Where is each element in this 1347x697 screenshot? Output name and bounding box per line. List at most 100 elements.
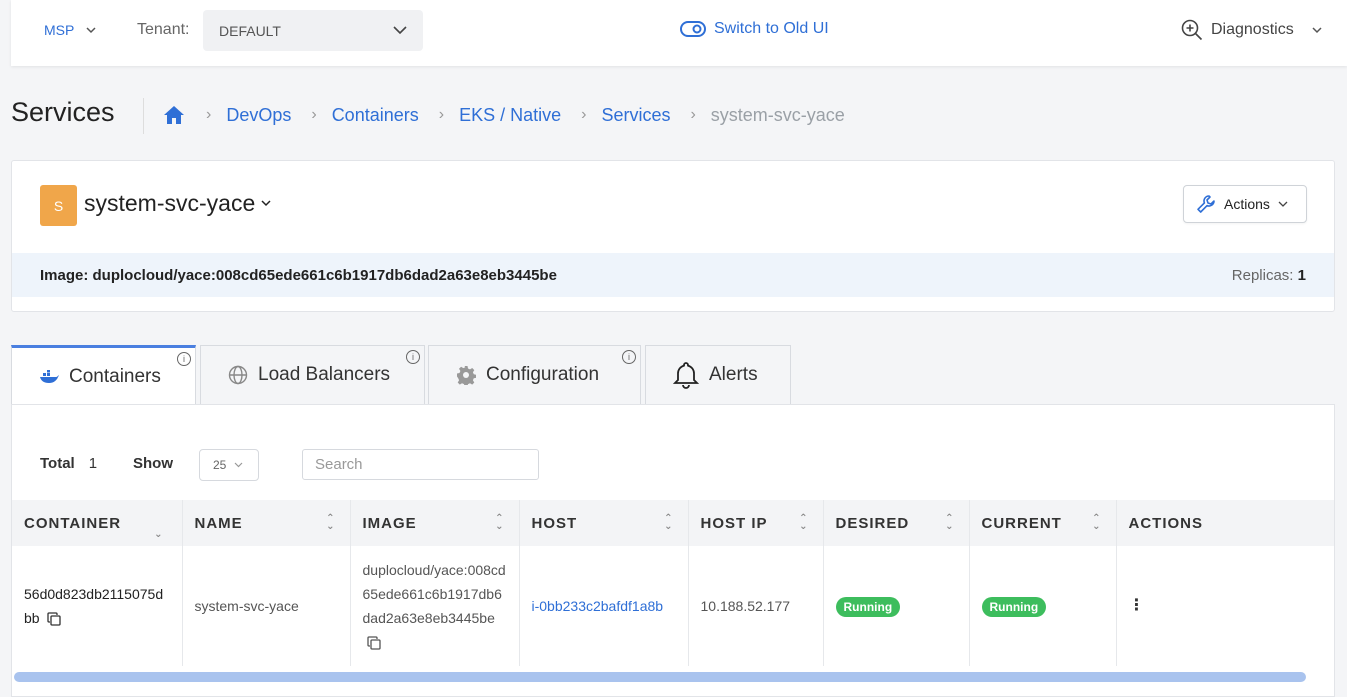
service-info-bar: Image: duplocloud/yace:008cd65ede661c6b1… bbox=[12, 253, 1334, 297]
service-avatar: S bbox=[40, 185, 77, 226]
page-size-value: 25 bbox=[213, 458, 227, 472]
tab-alerts-label: Alerts bbox=[709, 364, 758, 385]
switch-ui-link[interactable]: Switch to Old UI bbox=[680, 20, 829, 38]
total-value: 1 bbox=[88, 455, 98, 472]
cell-container: 56d0d823db2115075dbb bbox=[12, 546, 183, 666]
status-badge: Running bbox=[981, 597, 1047, 617]
breadcrumb-separator: › bbox=[690, 106, 696, 123]
column-header-name[interactable]: NAME ⌃ ⌄ bbox=[182, 500, 351, 546]
page-title: Services bbox=[11, 97, 115, 127]
horizontal-scrollbar[interactable] bbox=[14, 672, 1306, 682]
tab-containers[interactable]: Containers i bbox=[11, 345, 196, 405]
chevron-down-icon bbox=[86, 26, 96, 33]
replicas-label: Replicas: bbox=[1231, 266, 1294, 284]
replicas-value: 1 bbox=[1297, 266, 1306, 284]
column-header-host[interactable]: HOST ⌃ ⌄ bbox=[519, 500, 689, 546]
info-icon[interactable]: i bbox=[406, 350, 420, 364]
tab-containers-label: Containers bbox=[69, 365, 161, 387]
sort-icon[interactable]: ⌃ ⌄ bbox=[945, 514, 954, 532]
breadcrumb-separator: › bbox=[438, 106, 445, 123]
breadcrumb-separator: › bbox=[311, 106, 317, 123]
msp-dropdown[interactable]: MSP bbox=[44, 22, 96, 38]
tab-load-balancers[interactable]: Load Balancers i bbox=[200, 345, 425, 404]
zoom-plus-icon bbox=[1181, 19, 1203, 41]
total-count: Total 1 bbox=[40, 455, 97, 472]
service-name: system-svc-yace bbox=[84, 190, 256, 216]
breadcrumb-separator: › bbox=[206, 106, 212, 123]
host-link[interactable]: i-0bb233c2bafdf1a8b bbox=[532, 598, 664, 614]
breadcrumb-eks-native[interactable]: EKS / Native bbox=[459, 105, 561, 126]
sort-icon[interactable]: ⌄ bbox=[154, 530, 163, 540]
cell-current: Running bbox=[969, 546, 1117, 666]
chevron-down-icon bbox=[393, 26, 407, 35]
service-name-dropdown[interactable]: system-svc-yace bbox=[84, 190, 271, 217]
service-card: S system-svc-yace Actions Image: duplocl… bbox=[11, 160, 1335, 312]
gear-icon bbox=[457, 366, 476, 385]
switch-ui-label: Switch to Old UI bbox=[714, 20, 829, 37]
breadcrumb-separator: › bbox=[581, 106, 587, 123]
breadcrumb: › DevOps › Containers › EKS / Native › S… bbox=[162, 103, 845, 127]
column-header-container[interactable]: CONTAINER ⌄ bbox=[12, 500, 183, 546]
chevron-down-icon bbox=[1312, 26, 1322, 33]
cell-host-ip: 10.188.52.177 bbox=[688, 546, 824, 666]
cell-host: i-0bb233c2bafdf1a8b bbox=[519, 546, 689, 666]
copy-icon[interactable] bbox=[366, 636, 381, 650]
tab-alerts[interactable]: Alerts bbox=[645, 345, 791, 404]
container-id: 56d0d823db2115075dbb bbox=[24, 586, 164, 626]
bell-icon bbox=[673, 362, 699, 389]
sort-icon[interactable]: ⌃ ⌄ bbox=[326, 514, 335, 532]
replicas: Replicas: 1 bbox=[1232, 267, 1306, 284]
column-header-current[interactable]: CURRENT ⌃ ⌄ bbox=[969, 500, 1117, 546]
search-input[interactable] bbox=[302, 449, 539, 480]
tenant-select[interactable]: DEFAULT bbox=[203, 10, 423, 51]
breadcrumb-services[interactable]: Services bbox=[601, 105, 670, 126]
tenant-value: DEFAULT bbox=[219, 22, 281, 39]
breadcrumb-current: system-svc-yace bbox=[710, 104, 845, 125]
tab-configuration[interactable]: Configuration i bbox=[428, 345, 641, 404]
home-icon[interactable] bbox=[162, 103, 186, 127]
status-badge: Running bbox=[835, 597, 901, 617]
info-icon[interactable]: i bbox=[177, 352, 191, 366]
cell-image: duplocloud/yace:008cd65ede661c6b1917db6d… bbox=[350, 546, 520, 666]
total-label: Total bbox=[40, 455, 75, 472]
copy-icon[interactable] bbox=[47, 612, 62, 626]
wrench-icon bbox=[1197, 195, 1215, 213]
containers-table: CONTAINER ⌄ NAME ⌃ ⌄ IMAGE ⌃ ⌄ HOST ⌃ ⌄ HOST IP… bbox=[12, 500, 1334, 666]
sort-icon[interactable]: ⌃ ⌄ bbox=[664, 514, 673, 532]
globe-icon bbox=[228, 365, 248, 385]
msp-label: MSP bbox=[44, 22, 75, 38]
breadcrumb-containers[interactable]: Containers bbox=[332, 105, 419, 126]
diagnostics-label: Diagnostics bbox=[1211, 21, 1294, 38]
column-header-host-ip[interactable]: HOST IP ⌃ ⌄ bbox=[688, 500, 824, 546]
actions-button[interactable]: Actions bbox=[1183, 185, 1307, 223]
cell-actions: ⋮ bbox=[1116, 546, 1334, 666]
table-row: 56d0d823db2115075dbb system-svc-yace dup… bbox=[12, 546, 1334, 666]
top-bar: MSP Tenant: DEFAULT Switch to Old UI Dia… bbox=[11, 0, 1347, 66]
column-header-desired[interactable]: DESIRED ⌃ ⌄ bbox=[823, 500, 970, 546]
chevron-down-icon bbox=[261, 200, 271, 207]
sort-icon[interactable]: ⌃ ⌄ bbox=[495, 514, 504, 532]
breadcrumb-devops[interactable]: DevOps bbox=[226, 105, 291, 126]
chevron-down-icon bbox=[234, 462, 243, 468]
containers-panel: Total 1 Show 25 CONTAINER⌄ NAME⌃⌄ IMAGE⌃… bbox=[11, 404, 1335, 697]
actions-label: Actions bbox=[1224, 196, 1270, 212]
cell-name: system-svc-yace bbox=[182, 546, 351, 666]
sort-icon[interactable]: ⌃ ⌄ bbox=[1092, 514, 1101, 532]
row-actions-menu-icon[interactable]: ⋮ bbox=[1129, 597, 1145, 614]
show-label: Show bbox=[133, 455, 173, 472]
info-icon[interactable]: i bbox=[622, 350, 636, 364]
table-header-row: CONTAINER ⌄ NAME ⌃ ⌄ IMAGE ⌃ ⌄ HOST ⌃ ⌄ HOST IP… bbox=[12, 500, 1334, 546]
diagnostics-menu[interactable]: Diagnostics bbox=[1181, 19, 1322, 41]
tab-configuration-label: Configuration bbox=[486, 364, 600, 385]
tab-load-balancers-label: Load Balancers bbox=[258, 364, 391, 385]
column-header-actions: ACTIONS bbox=[1116, 500, 1334, 546]
page-size-select[interactable]: 25 bbox=[199, 449, 259, 481]
title-divider bbox=[143, 98, 144, 134]
service-image: Image: duplocloud/yace:008cd65ede661c6b1… bbox=[40, 266, 557, 284]
tenant-label: Tenant: bbox=[137, 21, 190, 38]
column-header-image[interactable]: IMAGE ⌃ ⌄ bbox=[350, 500, 520, 546]
image-value: duplocloud/yace:008cd65ede661c6b1917db6d… bbox=[362, 562, 506, 626]
toggle-icon bbox=[680, 21, 706, 37]
sort-icon[interactable]: ⌃ ⌄ bbox=[799, 514, 808, 532]
docker-icon bbox=[40, 369, 59, 383]
